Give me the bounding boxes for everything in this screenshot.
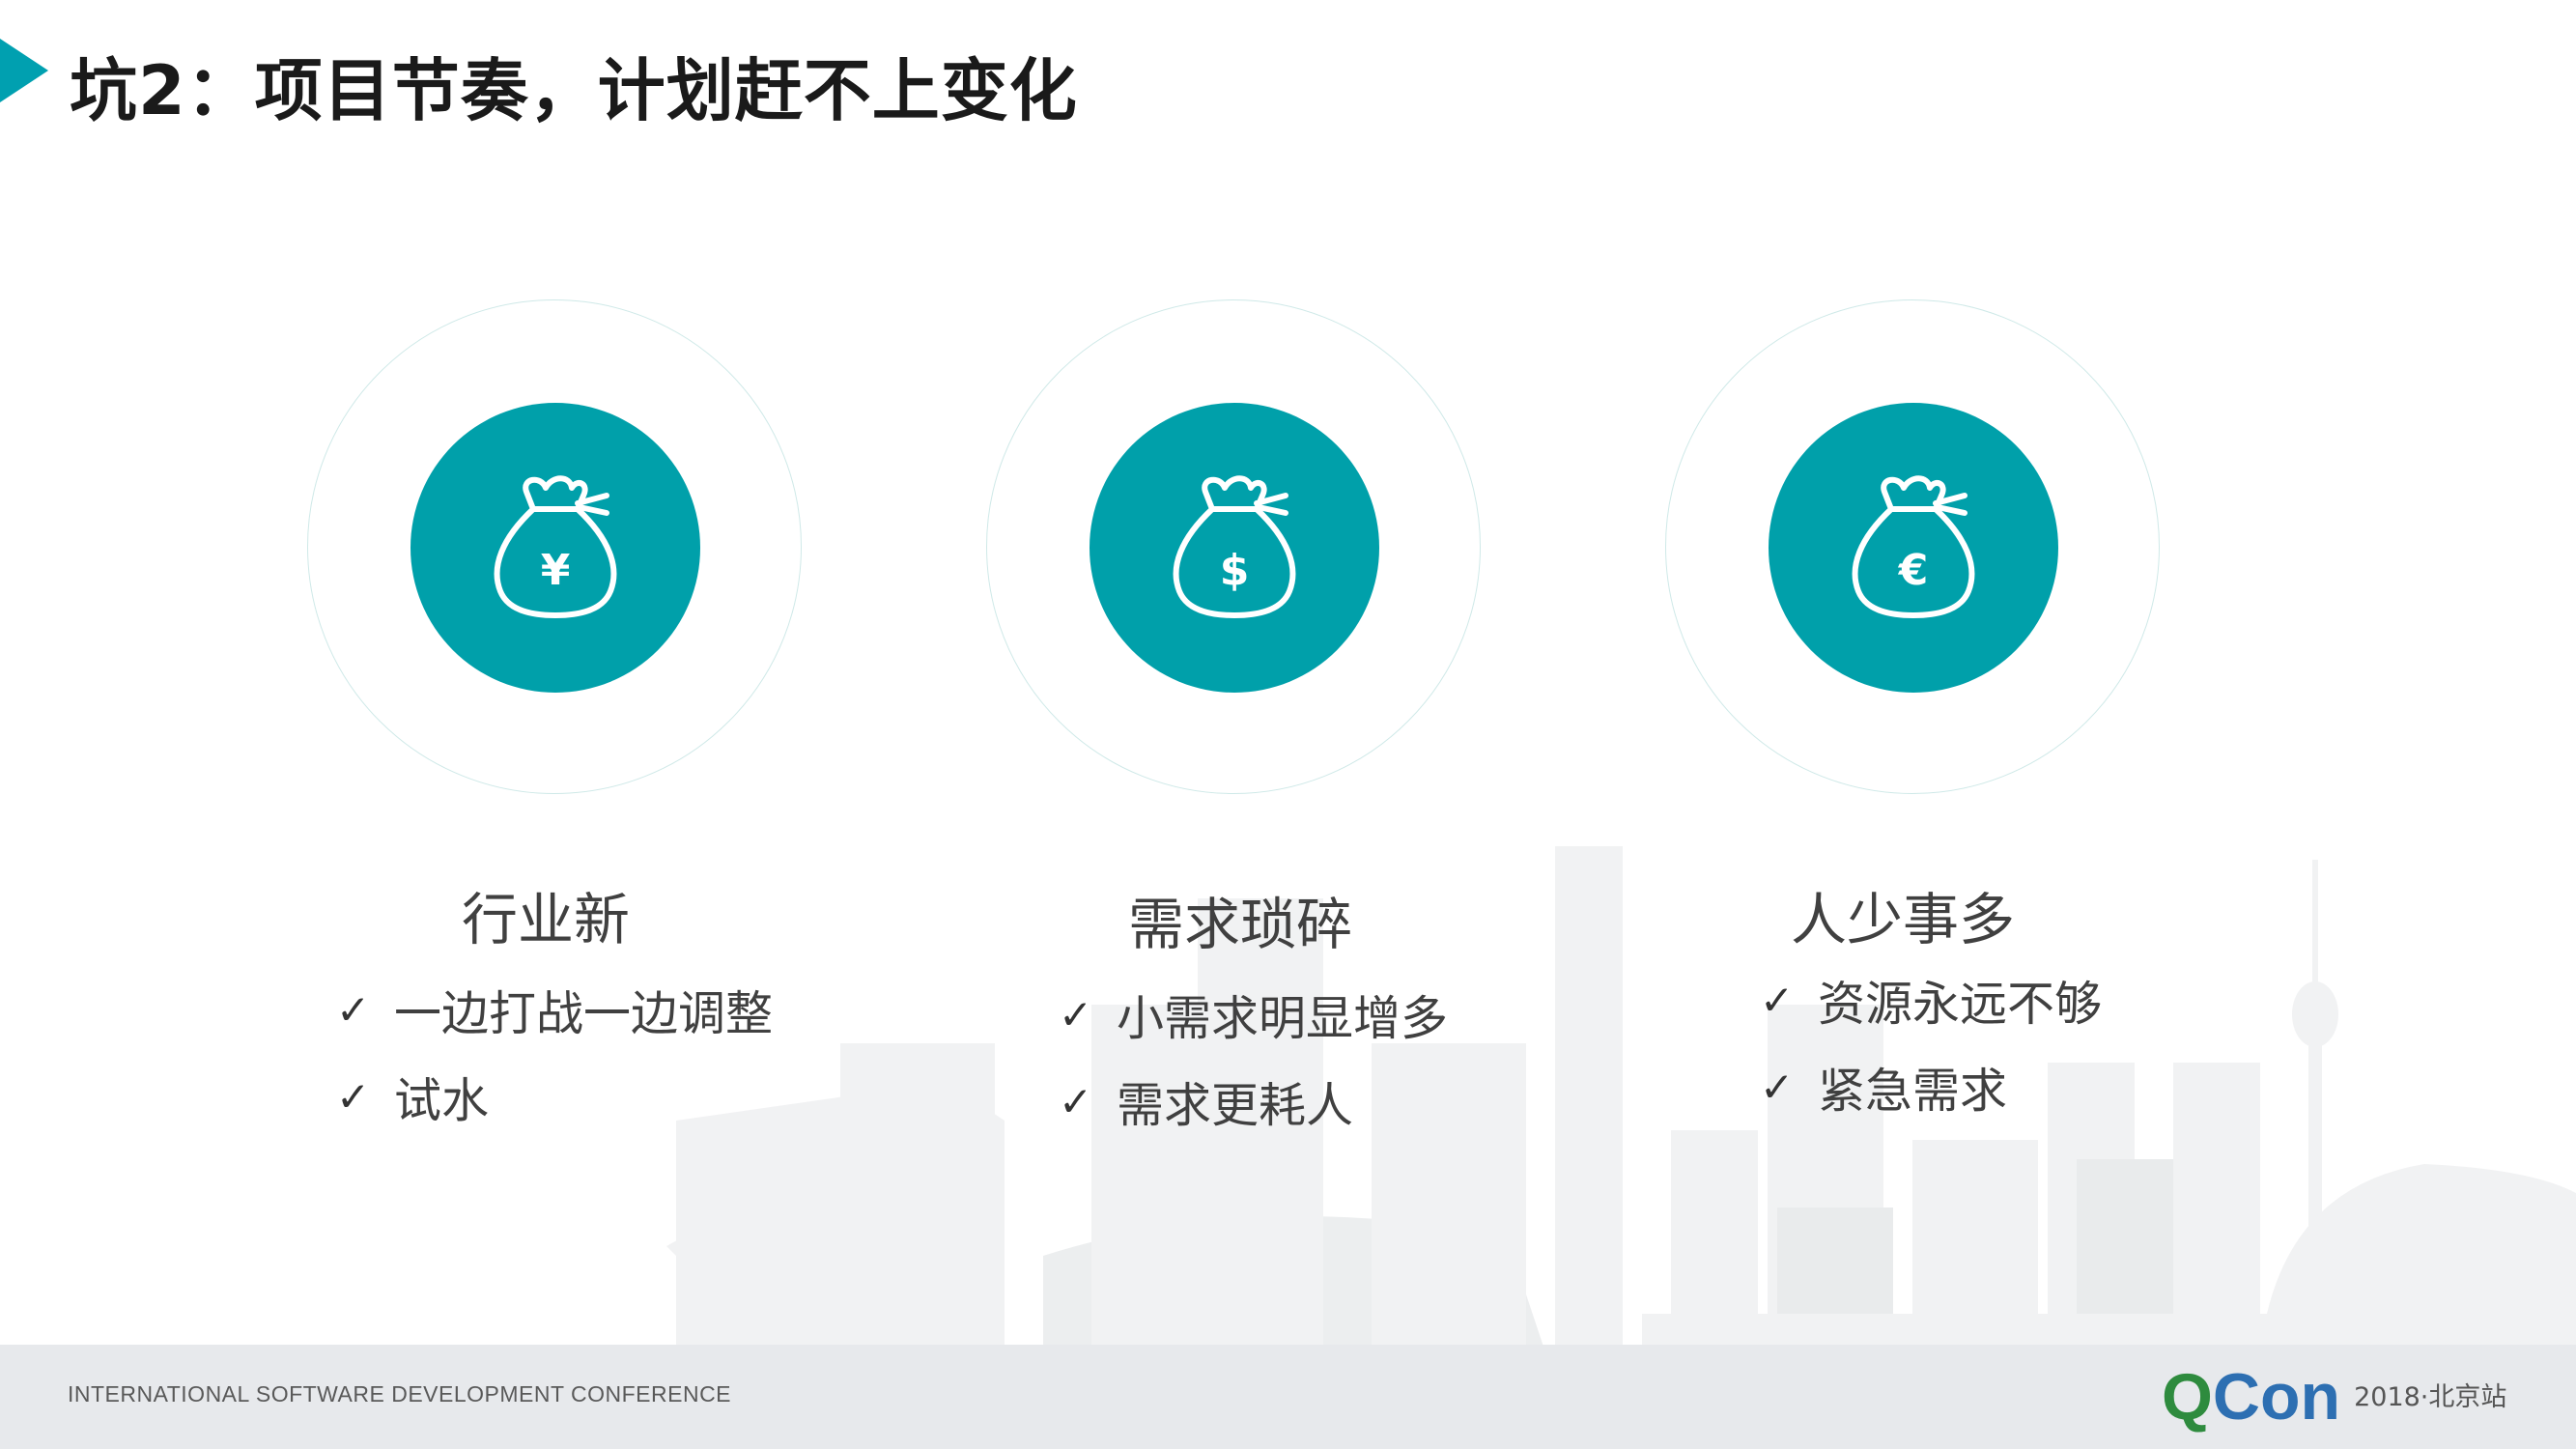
checkmark-icon: ✓ (1760, 1063, 1795, 1111)
column-heading: 需求琐碎 (1128, 892, 1353, 957)
currency-symbol: $ (1220, 546, 1250, 595)
checkmark-icon: ✓ (336, 1072, 371, 1121)
currency-symbol: ¥ (541, 546, 571, 595)
bullet-list: ✓ 一边打战一边调整 ✓ 试水 (336, 966, 773, 1140)
checkmark-icon: ✓ (1059, 990, 1093, 1038)
column-industry: ¥ 行业新 ✓ 一边打战一边调整 ✓ 试水 (307, 299, 809, 1128)
column-heading: 人少事多 (1791, 887, 2016, 952)
edition-label: 2018·北京站 (2354, 1381, 2507, 1412)
bullet-list: ✓ 小需求明显增多 ✓ 需求更耗人 (1059, 971, 1448, 1145)
slide-title: 坑2：项目节奏，计划赶不上变化 (70, 51, 1078, 130)
conference-name: INTERNATIONAL SOFTWARE DEVELOPMENT CONFE… (68, 1381, 732, 1406)
logo-q: Q (2162, 1360, 2213, 1434)
currency-symbol: € (1898, 546, 1929, 595)
list-item: ✓ 需求更耗人 (1059, 1077, 1354, 1133)
list-item: ✓ 试水 (336, 1072, 490, 1128)
checkmark-icon: ✓ (1059, 1077, 1093, 1125)
logo-con: Con (2212, 1360, 2341, 1434)
bullet-list: ✓ 资源永远不够 ✓ 紧急需求 (1760, 956, 2102, 1130)
column-requirements: $ 需求琐碎 ✓ 小需求明显增多 ✓ 需求更耗人 (986, 299, 1488, 1133)
euro-money-bag-icon: € (1769, 403, 2058, 693)
column-heading: 行业新 (462, 887, 631, 952)
list-item: ✓ 紧急需求 (1760, 1063, 2008, 1119)
checkmark-icon: ✓ (1760, 976, 1795, 1024)
checkmark-icon: ✓ (336, 985, 371, 1034)
dollar-money-bag-icon: $ (1090, 403, 1379, 693)
qcon-logo: Q Con 2018·北京站 (2162, 1360, 2506, 1434)
list-item: ✓ 小需求明显增多 (1059, 990, 1449, 1046)
list-item: ✓ 资源永远不够 (1760, 976, 2103, 1032)
list-item: ✓ 一边打战一边调整 (336, 985, 774, 1041)
title-arrow-icon (0, 39, 48, 102)
footer-bar: INTERNATIONAL SOFTWARE DEVELOPMENT CONFE… (0, 1345, 2576, 1449)
column-resources: € 人少事多 ✓ 资源永远不够 ✓ 紧急需求 (1665, 299, 2167, 1119)
yuan-money-bag-icon: ¥ (410, 403, 700, 693)
